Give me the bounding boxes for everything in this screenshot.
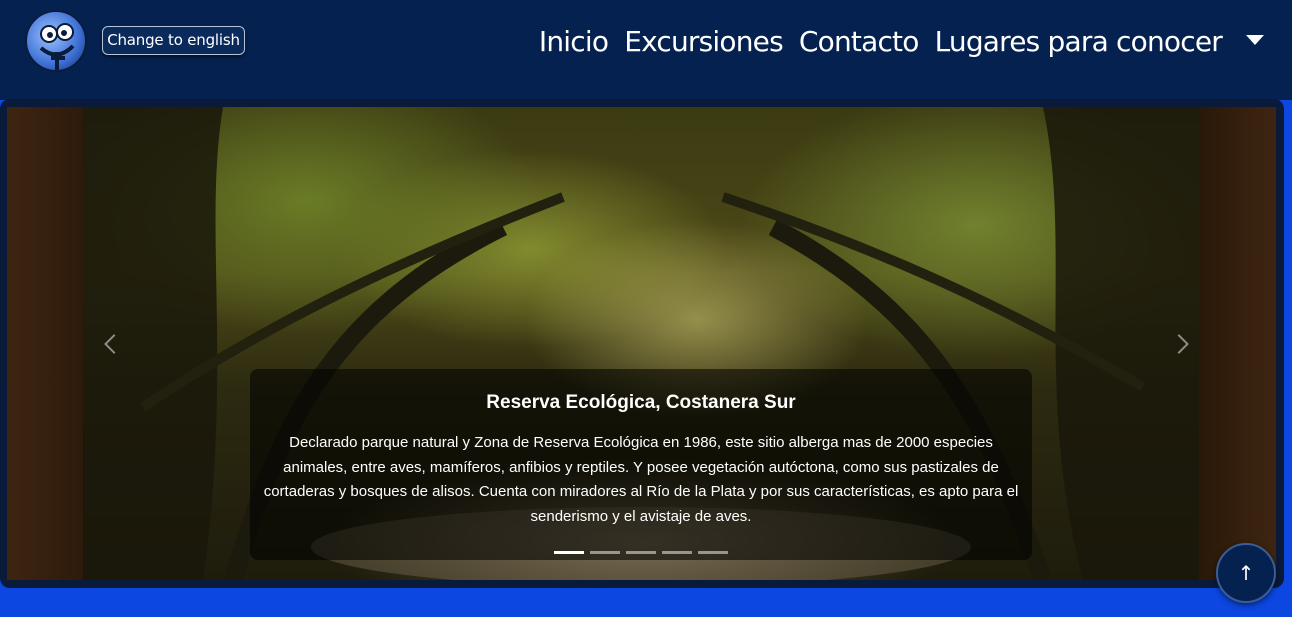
main-nav: Inicio Excursiones Contacto Lugares para… [539, 22, 1264, 62]
nav-link-lugares-para-conocer[interactable]: Lugares para conocer [935, 22, 1223, 62]
change-language-button[interactable]: Change to english [102, 26, 245, 55]
nav-link-contacto[interactable]: Contacto [799, 22, 919, 62]
carousel: Reserva Ecológica, Costanera Sur Declara… [7, 107, 1276, 580]
carousel-indicator-5[interactable] [698, 551, 728, 554]
slide-title: Reserva Ecológica, Costanera Sur [486, 392, 796, 413]
caret-down-icon[interactable] [1246, 35, 1264, 45]
navbar: Change to english Inicio Excursiones Con… [0, 0, 1292, 100]
carousel-frame: Reserva Ecológica, Costanera Sur Declara… [0, 99, 1284, 588]
arrow-up-icon: ↑ [1237, 561, 1255, 585]
slide-caption: Reserva Ecológica, Costanera Sur Declara… [250, 369, 1032, 560]
nav-link-excursiones[interactable]: Excursiones [624, 22, 783, 62]
carousel-indicator-1[interactable] [554, 551, 584, 554]
scroll-to-top-button[interactable]: ↑ [1216, 543, 1276, 603]
nav-link-inicio[interactable]: Inicio [539, 22, 609, 62]
slide-description: Declarado parque natural y Zona de Reser… [263, 434, 1019, 525]
carousel-indicator-3[interactable] [626, 551, 656, 554]
carousel-indicators [554, 551, 728, 554]
carousel-indicator-2[interactable] [590, 551, 620, 554]
carousel-indicator-4[interactable] [662, 551, 692, 554]
logo-icon[interactable] [25, 10, 87, 72]
